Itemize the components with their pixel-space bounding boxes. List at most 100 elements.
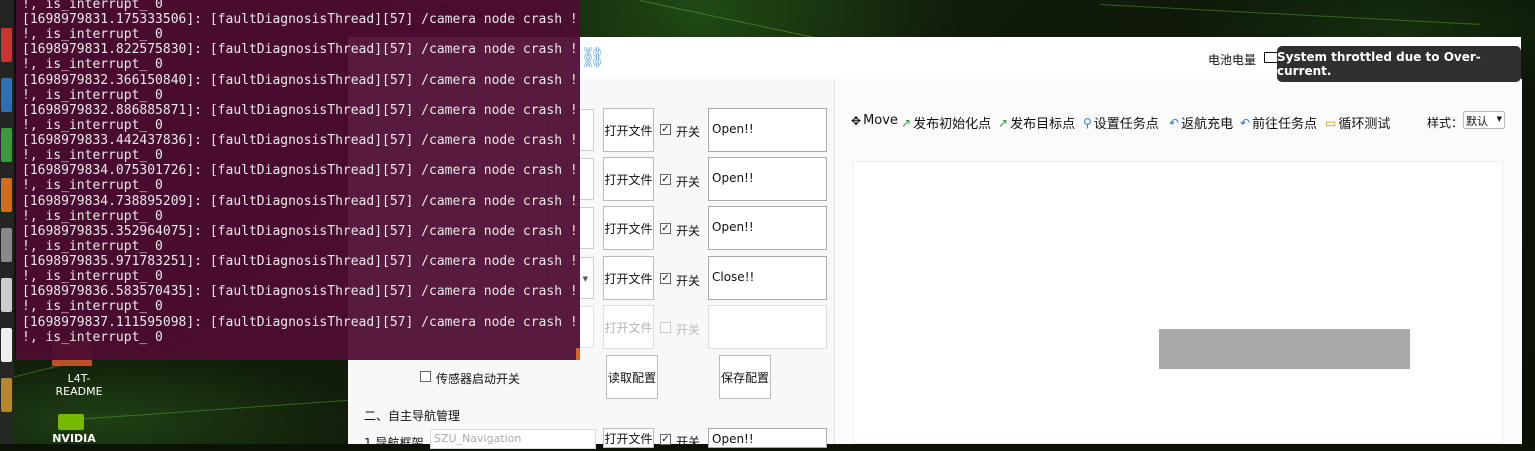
switch-checkbox[interactable]: ✓ bbox=[660, 174, 671, 185]
chevron-down-icon: ▼ bbox=[1496, 115, 1502, 123]
return-charge-tool[interactable]: ↶ 返航充电 bbox=[1169, 113, 1234, 133]
node-status-box: Open!! bbox=[708, 157, 827, 201]
terminal-line: !, is_interrupt_ 0 bbox=[22, 269, 163, 284]
move-tool[interactable]: ✥ Move bbox=[851, 113, 898, 128]
terminal-line: !, is_interrupt_ 0 bbox=[22, 330, 163, 345]
terminal-window[interactable]: !, is_interrupt_ 0 [1698979831.175333506… bbox=[16, 0, 580, 360]
open-file-button[interactable]: 打开文件 bbox=[603, 108, 654, 152]
node-status-box: Open!! bbox=[708, 206, 827, 250]
location-pin-icon: ⚲ bbox=[1083, 115, 1092, 130]
green-arrow-icon: ↗ bbox=[998, 115, 1009, 130]
terminal-line: [1698979833.442437836]: [faultDiagnosisT… bbox=[22, 133, 580, 148]
app-launcher-icon[interactable] bbox=[1, 278, 12, 312]
app-launcher-icon[interactable] bbox=[1, 228, 12, 262]
desktop-icon-nvidia-label: NVIDIA bbox=[52, 432, 96, 445]
switch-label: 开关 bbox=[676, 125, 701, 139]
nav-status-box: Open!! bbox=[708, 428, 827, 448]
app-launcher-icon[interactable] bbox=[1, 378, 12, 412]
style-label: 样式： bbox=[1427, 116, 1464, 130]
switch-label: 开关 bbox=[676, 224, 701, 238]
terminal-line: [1698979835.352964075]: [faultDiagnosisT… bbox=[22, 224, 580, 239]
terminal-line: !, is_interrupt_ 0 bbox=[22, 0, 163, 12]
notification-text: System throttled due to Over-current. bbox=[1277, 50, 1481, 78]
terminal-line: !, is_interrupt_ 0 bbox=[22, 88, 163, 103]
terminal-line: !, is_interrupt_ 0 bbox=[22, 148, 163, 163]
switch-checkbox[interactable]: ✓ bbox=[660, 124, 671, 135]
return-arrow-icon: ↶ bbox=[1169, 115, 1180, 130]
sensor-toggle-label: 传感器启动开关 bbox=[436, 372, 521, 386]
switch-checkbox bbox=[660, 322, 671, 333]
terminal-line: !, is_interrupt_ 0 bbox=[22, 57, 163, 72]
move-tool-label: Move bbox=[863, 113, 898, 128]
battery-label: 电池电量 bbox=[1208, 53, 1257, 67]
read-config-button[interactable]: 读取配置 bbox=[606, 355, 658, 399]
system-notification[interactable]: System throttled due to Over-current. bbox=[1277, 46, 1521, 82]
open-file-button[interactable]: 打开文件 bbox=[603, 206, 654, 250]
init-point-tool[interactable]: ↗ 发布初始化点 bbox=[901, 113, 992, 133]
return-arrow-icon: ↶ bbox=[1240, 115, 1251, 130]
terminal-line: !, is_interrupt_ 0 bbox=[22, 299, 163, 314]
nvidia-logo-icon[interactable] bbox=[58, 414, 84, 430]
chevron-down-icon: ▼ bbox=[582, 275, 588, 283]
terminal-line: [1698979831.175333506]: [faultDiagnosisT… bbox=[22, 12, 580, 27]
map-canvas[interactable] bbox=[853, 161, 1503, 444]
terminal-line: !, is_interrupt_ 0 bbox=[22, 239, 163, 254]
link-logo-icon: ⛓ bbox=[580, 45, 606, 69]
move-icon: ✥ bbox=[851, 113, 862, 128]
terminal-line: [1698979832.366150840]: [faultDiagnosisT… bbox=[22, 73, 580, 88]
terminal-line: !, is_interrupt_ 0 bbox=[22, 178, 163, 193]
goto-task-tool[interactable]: ↶ 前往任务点 bbox=[1240, 113, 1318, 133]
open-file-button[interactable]: 打开文件 bbox=[603, 157, 654, 201]
app-launcher-icon[interactable] bbox=[1, 128, 12, 162]
style-select[interactable]: 默认 ▼ bbox=[1463, 111, 1505, 129]
nav-frame-label: 1.导航框架 bbox=[364, 436, 424, 450]
terminal-scrollbar[interactable] bbox=[576, 348, 580, 360]
switch-checkbox[interactable]: ✓ bbox=[660, 434, 671, 445]
app-launcher-icon[interactable] bbox=[1, 178, 12, 212]
terminal-line: !, is_interrupt_ 0 bbox=[22, 209, 163, 224]
terminal-line: [1698979834.738895209]: [faultDiagnosisT… bbox=[22, 194, 580, 209]
green-arrow-icon: ↗ bbox=[901, 115, 912, 130]
loop-test-tool[interactable]: ▭ 循环测试 bbox=[1325, 113, 1391, 133]
app-launcher-icon[interactable] bbox=[1, 328, 12, 362]
terminal-line: [1698979834.075301726]: [faultDiagnosisT… bbox=[22, 163, 580, 178]
switch-label: 开关 bbox=[676, 323, 701, 337]
node-status-box: Open!! bbox=[708, 108, 827, 152]
open-file-button: 打开文件 bbox=[603, 305, 654, 349]
save-config-button[interactable]: 保存配置 bbox=[719, 355, 771, 399]
node-status-box bbox=[708, 305, 827, 349]
nav-frame-select[interactable]: SZU_Navigation bbox=[430, 429, 596, 449]
terminal-line: [1698979835.971783251]: [faultDiagnosisT… bbox=[22, 254, 580, 269]
loop-test-label: 循环测试 bbox=[1338, 117, 1391, 132]
desktop-icon-readme-label: L4T- README bbox=[55, 372, 103, 398]
open-file-button[interactable]: 打开文件 bbox=[603, 256, 654, 300]
section-title: 二、自主导航管理 bbox=[364, 409, 461, 423]
set-task-label: 设置任务点 bbox=[1093, 117, 1159, 132]
terminal-line: !, is_interrupt_ 0 bbox=[22, 118, 163, 133]
terminal-line: [1698979832.886885871]: [faultDiagnosisT… bbox=[22, 103, 580, 118]
target-point-label: 发布目标点 bbox=[1010, 117, 1076, 132]
switch-checkbox[interactable]: ✓ bbox=[660, 273, 671, 284]
switch-label: 开关 bbox=[676, 175, 701, 189]
init-point-label: 发布初始化点 bbox=[913, 117, 992, 132]
loop-box-icon: ▭ bbox=[1325, 115, 1337, 130]
switch-label: 开关 bbox=[676, 435, 701, 449]
terminal-line: [1698979837.111595098]: [faultDiagnosisT… bbox=[22, 315, 580, 330]
goto-task-label: 前往任务点 bbox=[1252, 117, 1318, 132]
launcher-dock bbox=[0, 0, 14, 444]
style-select-value: 默认 bbox=[1466, 115, 1488, 128]
terminal-line: [1698979836.583570435]: [faultDiagnosisT… bbox=[22, 284, 580, 299]
switch-label: 开关 bbox=[676, 274, 701, 288]
node-status-box: Close!! bbox=[708, 256, 827, 300]
return-charge-label: 返航充电 bbox=[1181, 117, 1234, 132]
map-occupancy-area bbox=[1159, 329, 1410, 369]
switch-checkbox[interactable]: ✓ bbox=[660, 223, 671, 234]
open-file-button[interactable]: 打开文件 bbox=[603, 428, 654, 448]
terminal-line: !, is_interrupt_ 0 bbox=[22, 27, 163, 42]
app-launcher-icon[interactable] bbox=[1, 78, 12, 112]
sensor-toggle-checkbox[interactable] bbox=[420, 371, 431, 382]
map-panel: ✥ Move ↗ 发布初始化点 ↗ 发布目标点 ⚲ 设置任务点 ↶ 返航充电 ↶ 前往任务点… bbox=[834, 79, 1522, 444]
target-point-tool[interactable]: ↗ 发布目标点 bbox=[998, 113, 1076, 133]
set-task-tool[interactable]: ⚲ 设置任务点 bbox=[1083, 113, 1159, 133]
app-launcher-icon[interactable] bbox=[1, 28, 12, 62]
